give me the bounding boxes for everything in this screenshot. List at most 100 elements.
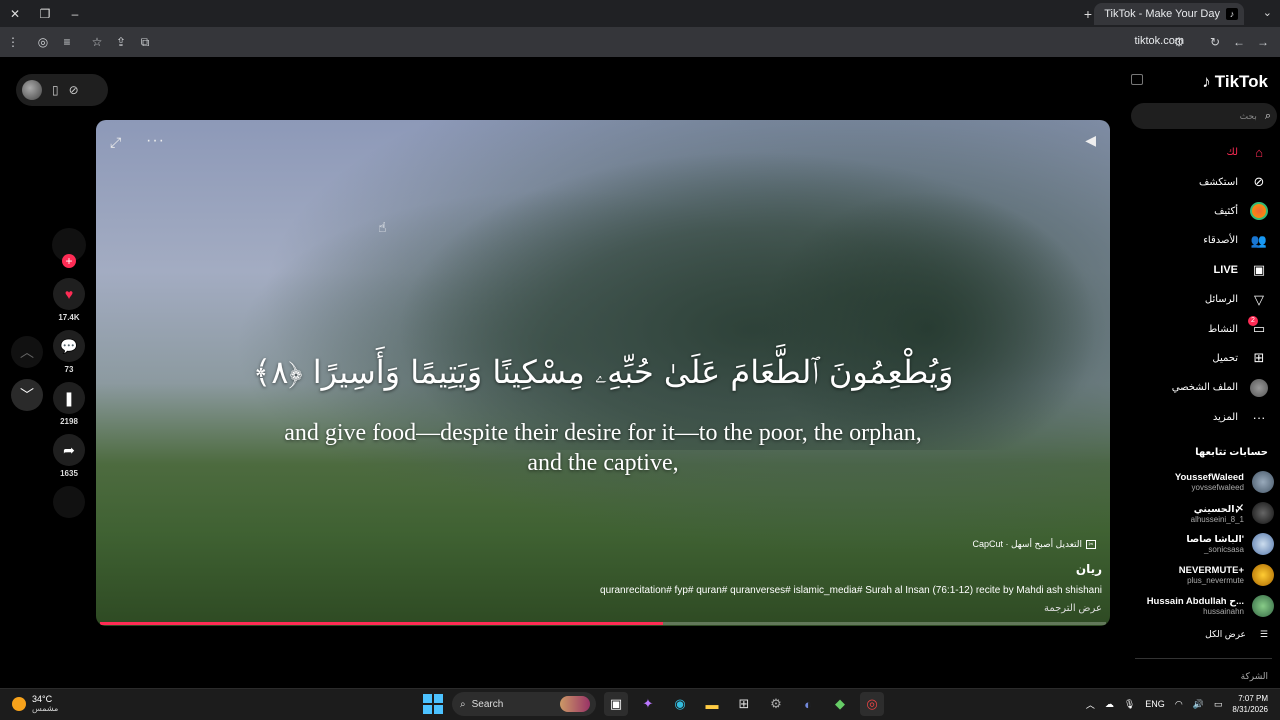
microphone-icon[interactable]: 🎙	[1124, 699, 1135, 710]
list-item[interactable]: الحسيني〆 alhusseini_8_1	[1127, 497, 1280, 528]
language-indicator[interactable]: ENG	[1145, 699, 1165, 709]
account-handle: yovssefwaleed	[1191, 482, 1244, 492]
share-icon[interactable]: ⇪	[110, 31, 132, 53]
back-icon[interactable]: ←	[1228, 31, 1250, 53]
comment-icon[interactable]: 💬	[53, 330, 85, 362]
volume-icon[interactable]: 🔊	[1193, 699, 1204, 710]
close-window-icon[interactable]: ✕	[0, 0, 30, 27]
list-item[interactable]: YoussefWaleed yovssefwaleed	[1127, 466, 1280, 497]
sidebar-item-friends[interactable]: الأصدقاء 👥	[1127, 226, 1280, 255]
video-background-trees	[746, 180, 1110, 450]
clock[interactable]: 7:07 PM 8/31/2026	[1232, 693, 1268, 715]
reading-list-icon[interactable]: ≡	[56, 31, 78, 53]
share-arrow-icon[interactable]: ➦	[53, 434, 85, 466]
list-item[interactable]: Hussain Abdullah ح... hussainahn	[1127, 590, 1280, 621]
windows-start-icon[interactable]	[422, 693, 444, 715]
arabic-verse: وَيُطْعِمُونَ ٱلطَّعَامَ عَلَىٰ حُبِّهِۦ…	[252, 353, 954, 391]
capcut-icon: ✂	[1086, 540, 1096, 549]
new-tab-button[interactable]: +	[1084, 6, 1092, 22]
see-all-label: عرض الكل	[1205, 629, 1246, 639]
store-icon[interactable]: ⊞	[732, 692, 756, 716]
more-options-icon[interactable]: ···	[146, 132, 165, 150]
browser-tab-bar: ✕ ❐ – + ✕ TikTok - Make Your Day ♪ ⌄	[0, 0, 1280, 27]
bookmark-icon[interactable]: ❚	[53, 382, 85, 414]
edge-icon[interactable]: ◉	[668, 692, 692, 716]
discord-icon[interactable]: ◐	[796, 692, 820, 716]
link-icon[interactable]: ⊘	[69, 83, 79, 97]
hand-cursor-icon: ☝	[378, 219, 387, 235]
see-all-link[interactable]: عرض الكل ☰	[1205, 629, 1268, 640]
search-input[interactable]: بحث ⌕	[1131, 103, 1277, 129]
taskbar-search[interactable]: ⌕ Search	[452, 692, 596, 716]
volume-icon[interactable]: ◀	[1085, 132, 1096, 149]
video-caption: quranrecitation# fyp# quran# quranverses…	[600, 585, 1102, 596]
sidebar-item-more[interactable]: المزيد ···	[1127, 403, 1280, 432]
widgets-icon[interactable]: ✦	[636, 692, 660, 716]
device-icon[interactable]: ▯	[52, 83, 59, 97]
company-link[interactable]: الشركة	[1241, 671, 1268, 682]
install-app-icon[interactable]: ⧉	[134, 31, 156, 53]
battery-icon[interactable]: ▭	[1214, 699, 1223, 710]
tiktok-favicon-icon: ♪	[1226, 8, 1238, 20]
cloud-icon[interactable]: ☁	[1105, 699, 1114, 710]
time: 7:07 PM	[1238, 694, 1268, 703]
heart-icon[interactable]: ♥	[53, 278, 85, 310]
cube-app-icon[interactable]: ◆	[828, 692, 852, 716]
sidebar-item-label: استكشف	[1199, 176, 1238, 188]
file-explorer-icon[interactable]: ▬	[700, 692, 724, 716]
video-progress-bar[interactable]	[100, 622, 1106, 625]
menu-icon[interactable]: ⋮	[2, 31, 24, 53]
taskbar-search-label: Search	[471, 698, 504, 710]
avatar[interactable]	[22, 80, 42, 100]
music-disc-icon[interactable]	[53, 486, 85, 518]
follow-plus-icon[interactable]: +	[62, 254, 76, 268]
task-view-icon[interactable]: ▣	[604, 692, 628, 716]
minimize-window-icon[interactable]: –	[60, 0, 90, 27]
avatar	[1252, 501, 1274, 524]
bookmark-star-icon[interactable]: ☆	[86, 31, 108, 53]
sidebar-item-label: المزيد	[1212, 411, 1238, 423]
sidebar-item-live[interactable]: LIVE ▣	[1127, 256, 1280, 285]
reload-icon[interactable]: ↻	[1204, 31, 1226, 53]
logo-text: TikTok	[1214, 72, 1268, 91]
date: 8/31/2026	[1232, 705, 1268, 714]
list-item[interactable]: الباشا صاصا' _sonicsasa	[1127, 528, 1280, 559]
sun-icon	[12, 696, 26, 711]
expand-icon[interactable]: ⤢	[110, 134, 121, 151]
see-translation-link[interactable]: عرض الترجمة	[1044, 603, 1102, 614]
forward-icon[interactable]: →	[1252, 31, 1274, 53]
browser-tab[interactable]: TikTok - Make Your Day ♪	[1094, 3, 1244, 25]
creator-avatar[interactable]: +	[52, 228, 86, 268]
home-icon: ⌂	[1255, 145, 1263, 161]
sidebar-item-messages[interactable]: الرسائل ▽	[1127, 285, 1280, 314]
sidebar-item-for-you[interactable]: لك ⌂	[1127, 138, 1280, 167]
sidebar-item-profile[interactable]: الملف الشخصي	[1127, 373, 1280, 402]
action-column: + ♥ 17.4K 💬 73 ❚ 2198 ➦ 1635	[52, 228, 86, 518]
sidebar-item-following[interactable]: أكثيف	[1127, 197, 1280, 226]
settings-icon[interactable]: ⚙	[764, 692, 788, 716]
wifi-icon[interactable]: ◠	[1175, 699, 1183, 710]
previous-video-button[interactable]: ︿	[11, 336, 43, 368]
chrome-icon[interactable]: ◎	[860, 692, 884, 716]
account-icon[interactable]: ◎	[32, 31, 54, 53]
video-author[interactable]: ريان	[1076, 562, 1102, 576]
tiktok-logo[interactable]: ♪ TikTok	[1202, 72, 1268, 92]
chevron-up-icon[interactable]: ︿	[1086, 698, 1095, 711]
video-player[interactable]: ⤢ ··· ◀ وَيُطْعِمُونَ ٱلطَّعَامَ عَلَىٰ …	[96, 120, 1110, 626]
capcut-label[interactable]: CapCut · التعديل أصبح أسهل ✂	[972, 539, 1096, 550]
account-name: NEVERMUTE+	[1178, 564, 1244, 576]
tab-list-chevron-icon[interactable]: ⌄	[1263, 6, 1272, 19]
list-item[interactable]: NEVERMUTE+ plus_nevermute	[1127, 559, 1280, 590]
tiktok-note-icon: ♪	[1202, 72, 1211, 91]
site-settings-icon[interactable]: ⚙	[1168, 31, 1190, 53]
sidebar-item-activity[interactable]: النشاط ▭ 2	[1127, 314, 1280, 343]
sidebar-item-upload[interactable]: تحميل ⊞	[1127, 344, 1280, 373]
live-icon: ▣	[1252, 262, 1266, 278]
next-video-button[interactable]: ﹀	[11, 379, 43, 411]
sidebar-item-label: النشاط	[1207, 323, 1238, 335]
chevron-up-icon: ︿	[20, 344, 34, 360]
sidebar-item-explore[interactable]: استكشف ⊘	[1127, 167, 1280, 196]
restore-window-icon[interactable]: ❐	[30, 0, 60, 27]
collapse-sidebar-icon[interactable]	[1131, 74, 1143, 85]
weather-widget[interactable]: 34°C مشمس	[12, 694, 58, 713]
